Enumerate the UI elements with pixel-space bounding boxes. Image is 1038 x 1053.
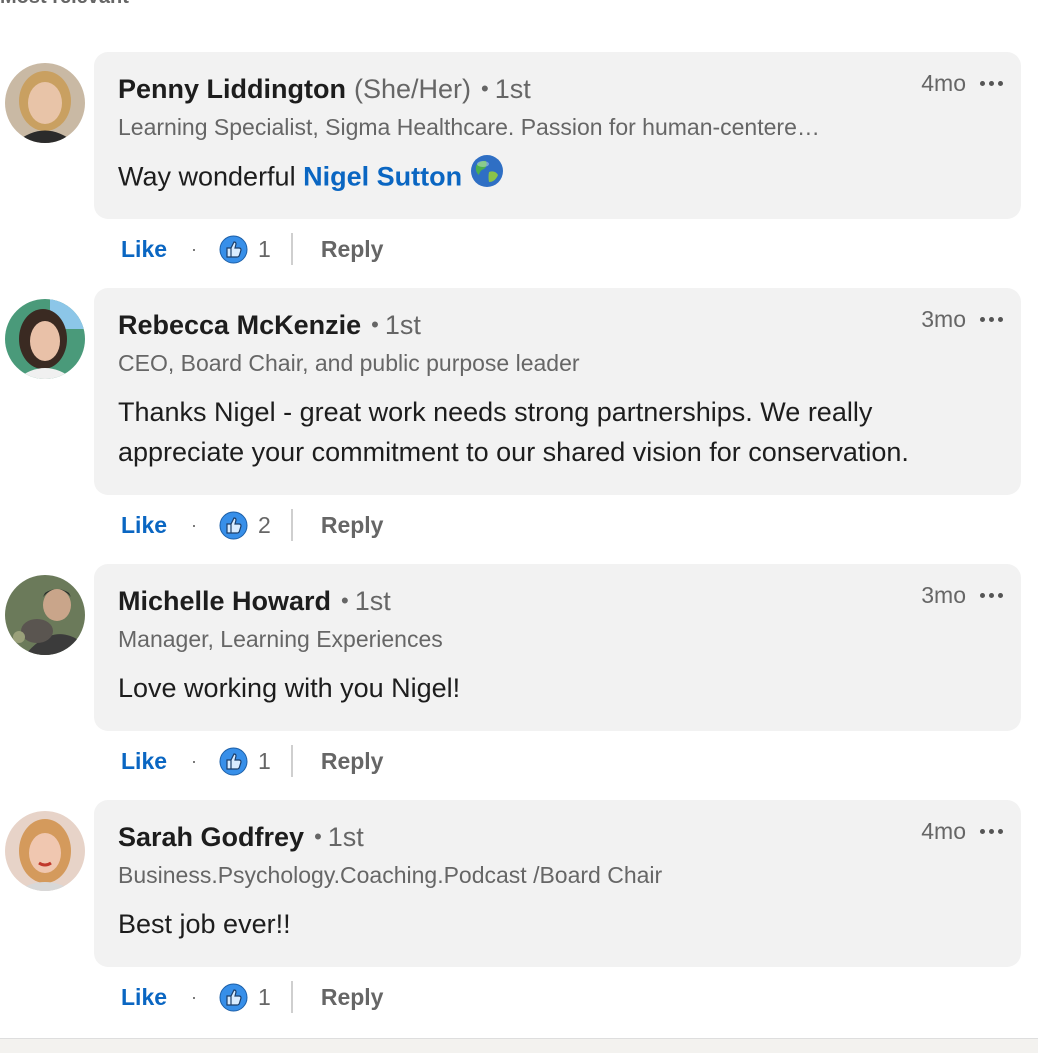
connection-degree: 1st xyxy=(327,822,364,852)
reply-button[interactable]: Reply xyxy=(321,236,384,263)
action-divider xyxy=(290,745,293,777)
connection-degree: 1st xyxy=(494,74,531,104)
more-options-icon[interactable] xyxy=(980,81,1003,86)
globe-icon xyxy=(470,154,504,199)
connection-degree: 1st xyxy=(384,310,421,340)
author-headline: Business.Psychology.Coaching.Podcast /Bo… xyxy=(118,862,663,888)
comment-bubble: Sarah Godfrey • 1st 4mo Business.Psycholog… xyxy=(94,800,1021,967)
connection-degree: 1st xyxy=(354,586,391,616)
degree-separator: • xyxy=(341,588,349,613)
degree-separator: • xyxy=(314,824,322,849)
more-options-icon[interactable] xyxy=(980,829,1003,834)
like-button[interactable]: Like xyxy=(121,748,167,775)
author-row: Rebecca McKenzie • 1st xyxy=(118,310,421,341)
comment-bubble: Penny Liddington (She/Her) • 1st 4mo Learni… xyxy=(94,52,1021,219)
author-name[interactable]: Michelle Howard xyxy=(118,586,331,616)
author-headline: CEO, Board Chair, and public purpose lea… xyxy=(118,350,580,376)
sort-label[interactable]: Most relevant xyxy=(0,0,129,9)
action-separator: · xyxy=(191,238,198,259)
mention-link[interactable]: Nigel Sutton xyxy=(303,162,462,192)
thumbs-up-icon[interactable] xyxy=(219,747,248,776)
degree-separator: • xyxy=(371,312,379,337)
reaction-count[interactable]: 1 xyxy=(258,748,271,775)
comment-item: Penny Liddington (She/Her) • 1st 4mo Learni… xyxy=(0,52,1038,272)
comment-text-prefix: Way wonderful xyxy=(118,161,304,192)
action-separator: · xyxy=(191,750,198,771)
author-row: Michelle Howard • 1st xyxy=(118,586,391,617)
comment-text: Best job ever!! xyxy=(118,909,291,939)
comment-meta: 4mo xyxy=(921,818,1003,845)
comment-meta: 3mo xyxy=(921,582,1003,609)
reaction-count[interactable]: 1 xyxy=(258,236,271,263)
thumbs-up-icon[interactable] xyxy=(219,511,248,540)
avatar[interactable] xyxy=(5,63,85,143)
comment-bubble: Rebecca McKenzie • 1st 3mo CEO, Board Chai… xyxy=(94,288,1021,495)
comment-actions: Like · 1 Reply xyxy=(121,229,383,269)
author-row: Sarah Godfrey • 1st xyxy=(118,822,364,853)
author-row: Penny Liddington (She/Her) • 1st xyxy=(118,74,531,105)
comment-item: Rebecca McKenzie • 1st 3mo CEO, Board Chai… xyxy=(0,288,1038,548)
comment-actions: Like · 1 Reply xyxy=(121,977,383,1017)
page-bottom-divider xyxy=(0,1038,1038,1053)
comment-meta: 3mo xyxy=(921,306,1003,333)
comment-time: 3mo xyxy=(921,582,966,608)
reply-button[interactable]: Reply xyxy=(321,984,384,1011)
action-separator: · xyxy=(191,514,198,535)
like-button[interactable]: Like xyxy=(121,512,167,539)
action-divider xyxy=(290,981,293,1013)
like-button[interactable]: Like xyxy=(121,236,167,263)
more-options-icon[interactable] xyxy=(980,593,1003,598)
author-name[interactable]: Sarah Godfrey xyxy=(118,822,304,852)
action-divider xyxy=(290,509,293,541)
reply-button[interactable]: Reply xyxy=(321,748,384,775)
thumbs-up-icon[interactable] xyxy=(219,235,248,264)
comment-bubble: Michelle Howard • 1st 3mo Manager, Learnin… xyxy=(94,564,1021,731)
reaction-count[interactable]: 2 xyxy=(258,512,271,539)
author-pronouns: (She/Her) xyxy=(353,74,472,104)
author-name[interactable]: Penny Liddington xyxy=(118,74,346,104)
comment-text: Thanks Nigel - great work needs strong p… xyxy=(118,397,909,467)
avatar[interactable] xyxy=(5,299,85,379)
author-headline: Manager, Learning Experiences xyxy=(118,626,443,652)
avatar[interactable] xyxy=(5,575,85,655)
degree-separator: • xyxy=(481,76,489,101)
comment-actions: Like · 2 Reply xyxy=(121,505,383,545)
thumbs-up-icon[interactable] xyxy=(219,983,248,1012)
author-name[interactable]: Rebecca McKenzie xyxy=(118,310,361,340)
reply-button[interactable]: Reply xyxy=(321,512,384,539)
comment-text: Way wonderful Nigel Sutton xyxy=(118,154,981,201)
comment-time: 3mo xyxy=(921,306,966,332)
comment-item: Sarah Godfrey • 1st 4mo Business.Psycholog… xyxy=(0,800,1038,1020)
more-options-icon[interactable] xyxy=(980,317,1003,322)
reaction-count[interactable]: 1 xyxy=(258,984,271,1011)
comment-actions: Like · 1 Reply xyxy=(121,741,383,781)
comment-text: Love working with you Nigel! xyxy=(118,673,461,703)
comment-time: 4mo xyxy=(921,70,966,96)
action-separator: · xyxy=(191,986,198,1007)
comment-item: Michelle Howard • 1st 3mo Manager, Learnin… xyxy=(0,564,1038,784)
comment-meta: 4mo xyxy=(921,70,1003,97)
action-divider xyxy=(290,233,293,265)
comment-time: 4mo xyxy=(921,818,966,844)
avatar[interactable] xyxy=(5,811,85,891)
author-headline: Learning Specialist, Sigma Healthcare. P… xyxy=(118,114,820,140)
like-button[interactable]: Like xyxy=(121,984,167,1011)
